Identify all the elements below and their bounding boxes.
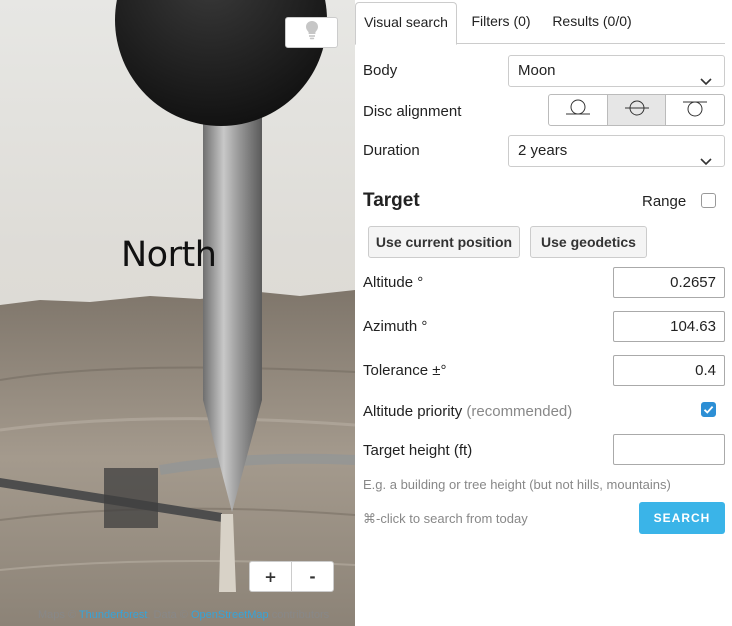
lightbulb-icon [305,20,319,45]
target-height-hint: E.g. a building or tree height (but not … [363,477,671,492]
target-section-title: Target [363,190,420,211]
altitude-label: Altitude ° [363,274,424,291]
search-panel: Visual search Filters (0) Results (0/0) … [355,0,732,626]
body-select-value: Moon [518,62,556,79]
body-select[interactable]: Moon [508,55,725,87]
duration-label: Duration [363,142,420,159]
zoom-controls: + - [249,561,334,592]
use-geodetics-button[interactable]: Use geodetics [530,226,647,258]
attribution-suffix: contributors [271,609,330,621]
duration-select[interactable]: 2 years [508,135,725,167]
use-current-position-button[interactable]: Use current position [368,226,520,258]
altitude-input[interactable]: 0.2657 [613,267,725,298]
azimuth-input[interactable]: 104.63 [613,311,725,342]
search-button[interactable]: SEARCH [639,502,725,534]
openstreetmap-link[interactable]: OpenStreetMap [191,609,269,621]
altitude-priority-note: (recommended) [466,403,573,420]
map-attribution: Maps © Thunderforest, Data © OpenStreetM… [38,609,329,621]
disc-top-edge-icon [682,98,708,123]
disc-align-bottom-option[interactable] [549,95,607,125]
target-height-input[interactable] [613,434,725,465]
tab-visual-search[interactable]: Visual search [355,2,457,45]
duration-select-value: 2 years [518,142,568,159]
target-height-label: Target height (ft) [363,442,473,459]
disc-center-icon [624,98,650,123]
search-hint: ⌘-click to search from today [363,511,528,526]
map-3d-view[interactable]: North + - Maps © Thunderforest, Data © O… [0,0,355,626]
range-label: Range [642,193,687,210]
tolerance-input[interactable]: 0.4 [613,355,725,386]
altitude-priority-label: Altitude priority (recommended) [363,403,572,420]
north-label: North [121,235,217,275]
tab-results[interactable]: Results (0/0) [545,2,639,44]
tab-filters[interactable]: Filters (0) [459,2,543,44]
body-label: Body [363,62,398,79]
range-checkbox[interactable] [701,193,716,208]
attribution-prefix: Maps © [38,609,77,621]
azimuth-label: Azimuth ° [363,318,428,335]
hint-button[interactable] [285,17,338,48]
thunderforest-link[interactable]: Thunderforest [79,609,147,621]
zoom-in-button[interactable]: + [250,562,291,591]
chevron-down-icon [700,67,712,97]
disc-alignment-label: Disc alignment [363,103,462,120]
altitude-priority-text: Altitude priority [363,403,463,420]
disc-alignment-toggle [548,94,725,126]
zoom-out-button[interactable]: - [291,562,333,591]
checkmark-icon [703,405,714,414]
disc-align-top-option[interactable] [665,95,724,125]
attribution-middle: , Data © [147,609,188,621]
tab-bar: Visual search Filters (0) Results (0/0) [355,2,725,45]
chevron-down-icon [700,147,712,177]
altitude-priority-checkbox[interactable] [701,402,716,417]
terrain-scene [0,0,355,626]
disc-align-center-option[interactable] [606,95,666,125]
tolerance-label: Tolerance ±° [363,362,447,379]
disc-bottom-edge-icon [565,98,591,123]
